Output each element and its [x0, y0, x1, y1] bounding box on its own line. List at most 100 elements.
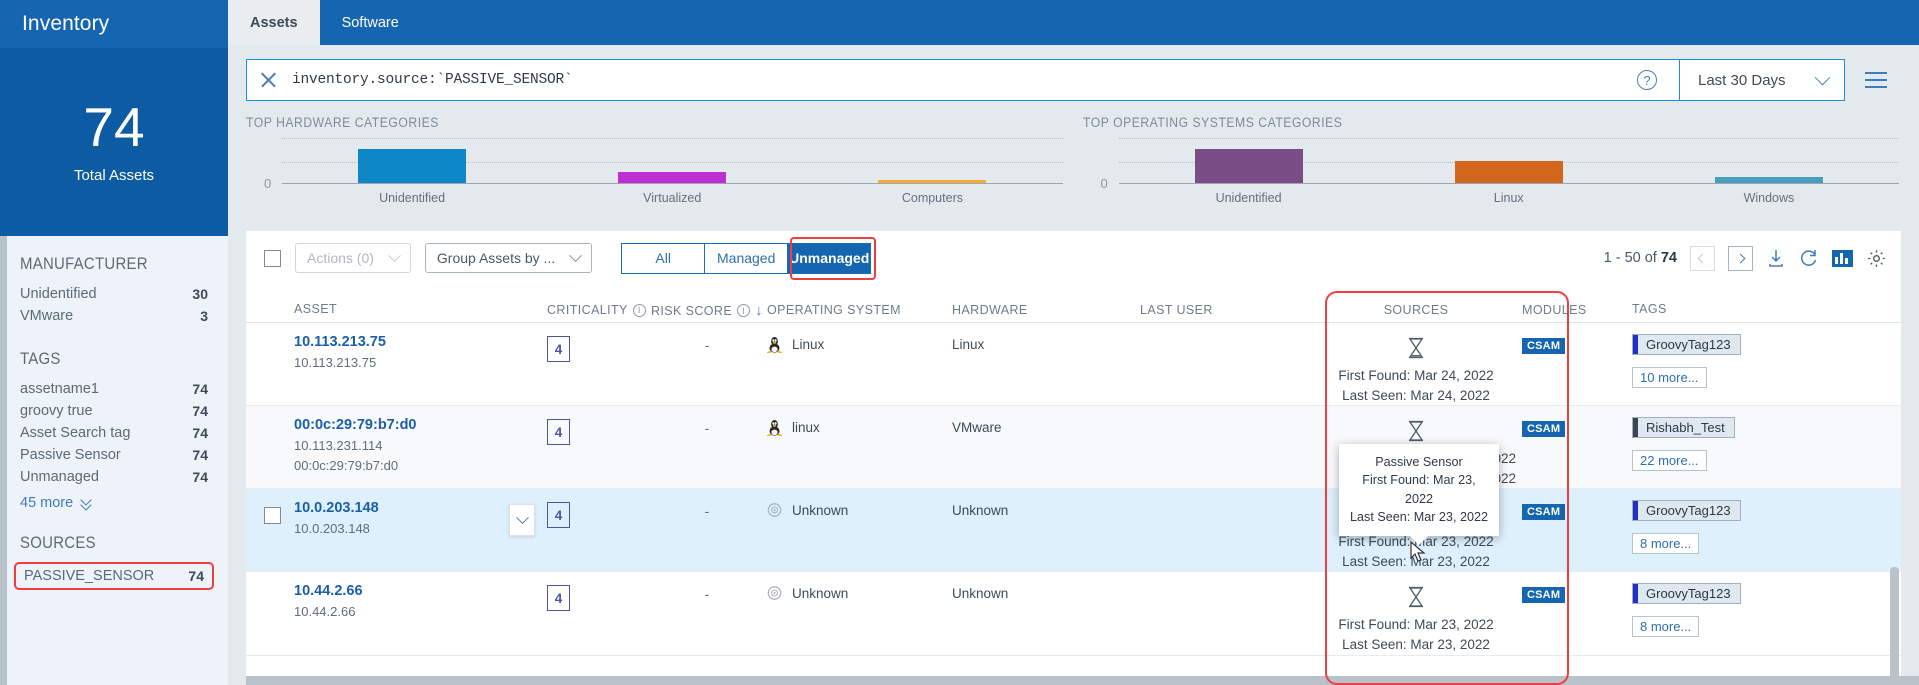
bar-windows[interactable] [1714, 177, 1823, 183]
asset-link[interactable]: 10.44.2.66 [294, 583, 509, 599]
date-range-selector[interactable]: Last 30 Days [1679, 59, 1845, 101]
bar-chart-icon[interactable] [1832, 249, 1853, 268]
pagination-total: 74 [1660, 250, 1677, 266]
tag-chip[interactable]: GroovyTag123 [1632, 500, 1741, 522]
more-tags-button[interactable]: 10 more... [1632, 367, 1707, 388]
gear-icon[interactable] [1866, 248, 1887, 269]
group-assets-by-button[interactable]: Group Assets by ... [424, 243, 593, 273]
passive-sensor-icon[interactable] [1403, 584, 1429, 610]
th-hardware[interactable]: HARDWARE [952, 290, 1140, 317]
tag-chip[interactable]: GroovyTag123 [1632, 583, 1741, 605]
asset-link[interactable]: 10.0.203.148 [294, 500, 509, 516]
bar-linux[interactable] [1454, 161, 1563, 183]
more-tags-button[interactable]: 8 more... [1632, 616, 1700, 638]
hardware-label: Linux [952, 337, 985, 352]
row-checkbox-cell [264, 572, 294, 654]
th-criticality[interactable]: CRITICALITY i [547, 290, 647, 317]
module-badge[interactable]: CSAM [1522, 421, 1566, 438]
table-row[interactable]: 10.44.2.66 10.44.2.66 4 - Unknown Unknow… [246, 572, 1901, 656]
sidebar-header: Inventory [0, 0, 228, 48]
asset-link[interactable]: 10.113.213.75 [294, 334, 509, 350]
expand-row-button[interactable] [509, 504, 535, 537]
th-operating-system[interactable]: OPERATING SYSTEM [767, 290, 952, 317]
close-icon[interactable] [259, 71, 278, 90]
horizontal-scrollbar[interactable] [246, 676, 1919, 685]
segment-all[interactable]: All [621, 242, 706, 274]
th-asset[interactable]: ASSET [294, 291, 509, 316]
tags-show-more-link[interactable]: 45 more [20, 488, 208, 511]
actions-button[interactable]: Actions (0) [295, 243, 411, 273]
sidebar-item-asset-search-tag[interactable]: Asset Search tag 74 [20, 422, 208, 444]
tooltip-title: Passive Sensor [1375, 455, 1463, 469]
filter-count: 74 [188, 568, 204, 584]
bar-column: Computers [802, 135, 1062, 205]
sidebar-item-passive-sensor-source[interactable]: PASSIVE_SENSOR 74 [24, 567, 204, 585]
asset-link[interactable]: 00:0c:29:79:b7:d0 [294, 417, 509, 433]
question-mark-icon[interactable]: ? [1637, 70, 1657, 90]
segment-unmanaged[interactable]: Unmanaged [787, 242, 872, 274]
chevron-right-icon [1735, 253, 1746, 263]
os-label: Unknown [792, 585, 849, 601]
search-input[interactable] [292, 72, 1623, 88]
table-row[interactable]: 10.113.213.75 10.113.213.75 4 - Linux Li… [246, 323, 1901, 407]
os-row: Unknown [767, 585, 952, 601]
more-tags-button[interactable]: 8 more... [1632, 533, 1700, 555]
filter-group-manufacturer: MANUFACTURER Unidentified 30 VMware 3 [20, 254, 208, 327]
refresh-icon[interactable] [1799, 248, 1819, 268]
filter-count: 74 [192, 469, 208, 485]
bar-virtualized[interactable] [618, 171, 727, 183]
hamburger-icon[interactable] [1853, 72, 1899, 88]
tab-assets[interactable]: Assets [228, 0, 320, 45]
x-axis [1118, 183, 1899, 184]
th-last-user[interactable]: LAST USER [1140, 290, 1310, 317]
sidebar: Inventory 74 Total Assets MANUFACTURER U… [0, 0, 228, 685]
cell-hardware: Unknown [952, 489, 1140, 571]
th-tags[interactable]: TAGS [1632, 291, 1887, 316]
tab-software[interactable]: Software [320, 0, 421, 45]
tag-chip[interactable]: Rishabh_Test [1632, 417, 1735, 439]
criticality-badge: 4 [547, 585, 570, 612]
info-icon[interactable]: i [632, 303, 646, 317]
previous-page-button[interactable] [1690, 245, 1715, 271]
module-badge[interactable]: CSAM [1522, 587, 1566, 604]
info-icon[interactable]: i [737, 304, 751, 317]
filter-group-sources: SOURCES PASSIVE_SENSOR 74 [14, 533, 214, 590]
module-badge[interactable]: CSAM [1522, 504, 1566, 521]
select-all-checkbox[interactable] [264, 249, 281, 267]
download-icon[interactable] [1766, 248, 1786, 268]
table-row[interactable]: 10.0.203.148 10.0.203.148 4 - Unknown Un… [246, 489, 1901, 573]
cell-risk-score: - [647, 406, 767, 488]
segment-managed[interactable]: Managed [704, 242, 789, 274]
cell-risk-score: - [647, 572, 767, 654]
passive-sensor-icon[interactable] [1403, 418, 1429, 444]
th-sources[interactable]: SOURCES [1310, 291, 1522, 317]
sidebar-item-unmanaged[interactable]: Unmanaged 74 [20, 466, 208, 488]
sidebar-item-vmware[interactable]: VMware 3 [20, 305, 208, 327]
sidebar-item-unidentified[interactable]: Unidentified 30 [20, 283, 208, 305]
module-badge[interactable]: CSAM [1522, 338, 1566, 354]
sidebar-item-passive-sensor[interactable]: Passive Sensor 74 [20, 444, 208, 466]
sidebar-item-groovy-true[interactable]: groovy true 74 [20, 400, 208, 422]
cell-risk-score: - [647, 323, 767, 405]
table-row[interactable]: 00:0c:29:79:b7:d0 10.113.231.114 00:0c:2… [246, 406, 1901, 490]
passive-sensor-icon[interactable] [1403, 335, 1429, 361]
row-checkbox[interactable] [264, 507, 281, 525]
sidebar-filters: MANUFACTURER Unidentified 30 VMware 3 TA… [0, 236, 228, 590]
tag-chip[interactable]: GroovyTag123 [1632, 334, 1741, 355]
sidebar-item-assetname1[interactable]: assetname1 74 [20, 378, 208, 400]
bar-computers[interactable] [878, 179, 987, 183]
hardware-label: Unknown [952, 503, 1009, 519]
tag-color-stripe [1633, 418, 1638, 438]
th-modules[interactable]: MODULES [1522, 290, 1632, 317]
more-tags-button[interactable]: 22 more... [1632, 450, 1707, 472]
sidebar-scrollbar[interactable] [0, 236, 7, 685]
tag-color-stripe [1633, 335, 1638, 354]
th-risk-score[interactable]: RISK SCORE i ↓ [647, 290, 767, 318]
next-page-button[interactable] [1728, 245, 1753, 271]
vertical-scrollbar[interactable] [1890, 567, 1899, 685]
criticality-badge: 4 [547, 336, 570, 362]
y-axis-tick-0: 0 [1100, 176, 1108, 191]
bar-unidentified[interactable] [1194, 148, 1303, 183]
bar-unidentified[interactable] [358, 148, 467, 183]
